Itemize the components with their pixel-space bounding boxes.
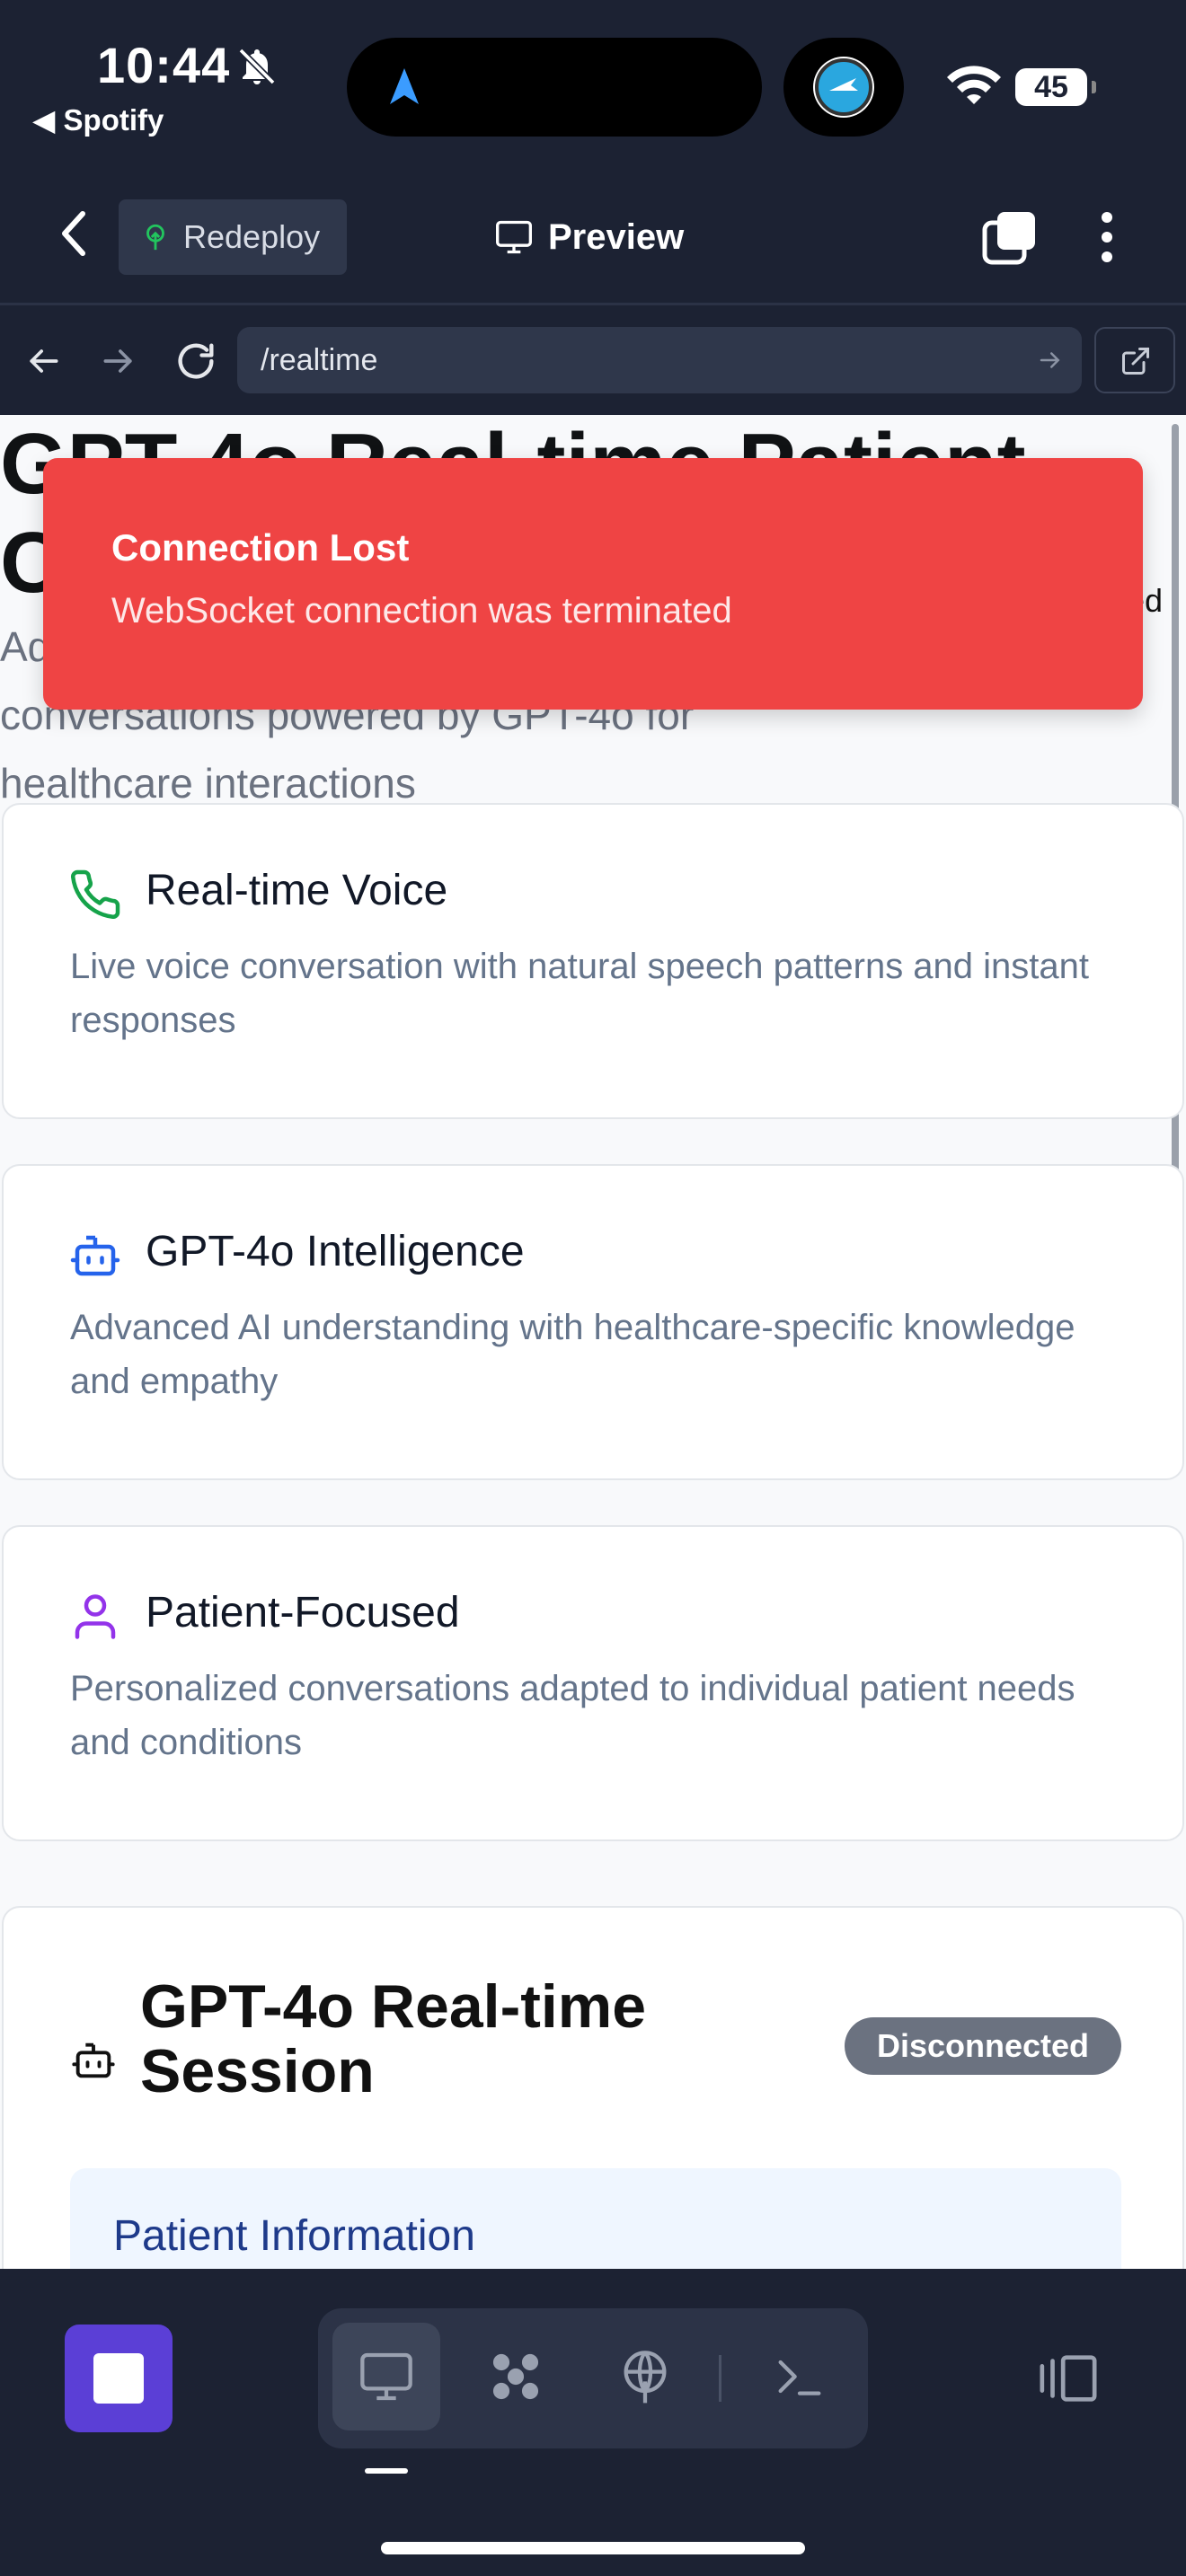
bottom-toolbar — [0, 2269, 1186, 2576]
feature-description: Advanced AI understanding with healthcar… — [70, 1308, 1075, 1401]
error-toast[interactable]: Connection Lost WebSocket connection was… — [43, 458, 1143, 710]
go-arrow-icon[interactable] — [1037, 347, 1064, 374]
status-bar: 10:44 ◀ Spotify 45 — [0, 0, 1186, 162]
preview-label: Preview — [548, 216, 685, 257]
url-text: /realtime — [261, 342, 378, 377]
toolbar-divider — [719, 2355, 721, 2402]
open-external-button[interactable] — [1094, 327, 1175, 393]
clock: 10:44 — [97, 37, 231, 93]
redeploy-label: Redeploy — [183, 218, 321, 255]
dynamic-island — [347, 38, 762, 137]
app-header: Redeploy Preview — [0, 162, 1186, 305]
globe-upload-icon — [624, 2351, 667, 2404]
more-options-icon[interactable] — [1089, 208, 1125, 266]
bell-muted-icon — [238, 48, 276, 85]
feature-card: Patient-Focused Personalized conversatio… — [2, 1525, 1184, 1841]
feature-title: Patient-Focused — [146, 1589, 460, 1636]
feature-title: GPT-4o Intelligence — [146, 1228, 525, 1275]
feature-description: Live voice conversation with natural spe… — [70, 947, 1090, 1040]
nav-back-icon[interactable] — [23, 341, 63, 381]
address-bar: /realtime — [0, 307, 1186, 415]
deploy-tool-button[interactable] — [591, 2323, 699, 2430]
user-icon — [75, 1594, 116, 1639]
patient-info-panel: Patient Information — [70, 2168, 1121, 2269]
wifi-icon — [947, 66, 1001, 104]
tabs-icon[interactable] — [981, 208, 1039, 266]
feature-card: GPT-4o Intelligence Advanced AI understa… — [2, 1164, 1184, 1480]
bot-icon — [72, 2042, 115, 2078]
nav-forward-icon[interactable] — [99, 341, 138, 381]
preview-tab[interactable]: Preview — [494, 210, 684, 264]
console-tool-button[interactable] — [746, 2323, 854, 2430]
active-tab-indicator — [365, 2468, 408, 2474]
tool-group — [318, 2308, 868, 2448]
battery-indicator: 45 — [1015, 68, 1096, 106]
navigation-arrow-icon — [390, 68, 419, 104]
app-logo-icon — [813, 57, 874, 118]
toast-title: Connection Lost — [111, 526, 410, 569]
patient-info-heading: Patient Information — [113, 2212, 475, 2260]
sidebar-toggle-icon[interactable] — [1037, 2351, 1100, 2405]
status-badge: Disconnected — [845, 2017, 1121, 2075]
bot-icon — [70, 1235, 120, 1276]
back-to-app-link[interactable]: ◀ Spotify — [32, 102, 164, 137]
deploy-tree-icon — [146, 224, 164, 251]
session-title: GPT-4o Real-time Session — [140, 1972, 647, 2105]
reload-icon[interactable] — [173, 338, 219, 384]
url-input[interactable]: /realtime — [237, 327, 1082, 393]
workspace-blocks-icon — [492, 2353, 539, 2400]
back-chevron-icon[interactable] — [54, 208, 97, 259]
terminal-icon — [778, 2360, 821, 2395]
feature-title: Real-time Voice — [146, 867, 448, 914]
redeploy-button[interactable]: Redeploy — [119, 199, 347, 275]
feature-card: Real-time Voice Live voice conversation … — [2, 803, 1184, 1119]
monitor-icon — [360, 2352, 412, 2401]
monitor-icon — [496, 220, 532, 254]
feature-description: Personalized conversations adapted to in… — [70, 1669, 1075, 1762]
phone-icon — [71, 869, 120, 919]
external-link-icon — [1122, 348, 1149, 375]
toast-message: WebSocket connection was terminated — [111, 591, 732, 631]
home-indicator — [381, 2542, 805, 2554]
workspace-tool-button[interactable] — [462, 2323, 570, 2430]
dynamic-island-app — [783, 38, 904, 137]
stop-button[interactable] — [65, 2325, 173, 2432]
session-card: GPT-4o Real-time Session Disconnected Pa… — [2, 1906, 1184, 2269]
preview-tool-button[interactable] — [332, 2323, 440, 2430]
